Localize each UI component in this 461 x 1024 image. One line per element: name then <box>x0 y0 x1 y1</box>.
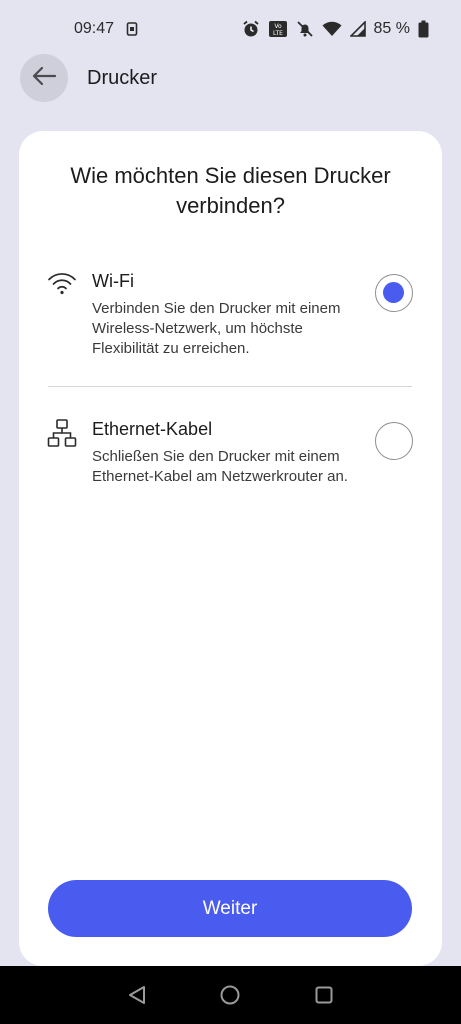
card-title: Wie möchten Sie diesen Drucker verbinden… <box>70 163 391 218</box>
volte-icon: Vo LTE <box>268 20 288 38</box>
status-time: 09:47 <box>74 20 115 37</box>
arrow-left-icon <box>31 65 57 92</box>
back-triangle-icon[interactable] <box>126 984 148 1006</box>
option-description-ethernet: Schließen Sie den Drucker mit einem Ethe… <box>92 448 348 485</box>
radio-selected-dot <box>383 282 404 303</box>
connection-card: Wie möchten Sie diesen Drucker verbinden… <box>19 131 442 966</box>
recents-square-icon[interactable] <box>313 984 335 1006</box>
screenshot-icon <box>126 22 138 36</box>
page-title: Drucker <box>87 67 158 89</box>
weiter-button[interactable]: Weiter <box>48 880 412 937</box>
status-bar: 09:47 Vo LTE 85 % <box>0 0 461 58</box>
radio-wifi[interactable] <box>375 274 413 312</box>
signal-icon <box>349 21 366 37</box>
battery-icon <box>418 20 429 38</box>
network-icon <box>47 419 77 449</box>
wifi-icon <box>322 21 342 37</box>
option-wifi[interactable]: Wi-Fi Verbinden Sie den Drucker mit eine… <box>47 271 413 361</box>
app-bar: Drucker <box>0 54 461 104</box>
battery-percent: 85 % <box>373 20 410 37</box>
svg-text:LTE: LTE <box>273 30 283 37</box>
alarm-icon <box>242 20 260 38</box>
svg-text:Vo: Vo <box>274 23 282 30</box>
back-button[interactable] <box>20 54 68 102</box>
option-title-ethernet: Ethernet-Kabel <box>92 419 213 439</box>
system-nav-bar <box>0 966 461 1024</box>
option-divider <box>48 386 412 387</box>
status-right: Vo LTE 85 % <box>242 20 429 38</box>
wifi-icon <box>47 271 77 301</box>
option-description-wifi: Verbinden Sie den Drucker mit einem Wire… <box>92 300 341 357</box>
home-circle-icon[interactable] <box>219 984 241 1006</box>
status-left: 09:47 <box>74 20 138 38</box>
option-title-wifi: Wi-Fi <box>92 271 134 291</box>
mute-icon <box>296 20 314 38</box>
radio-ethernet[interactable] <box>375 422 413 460</box>
option-ethernet[interactable]: Ethernet-Kabel Schließen Sie den Drucker… <box>47 419 413 509</box>
